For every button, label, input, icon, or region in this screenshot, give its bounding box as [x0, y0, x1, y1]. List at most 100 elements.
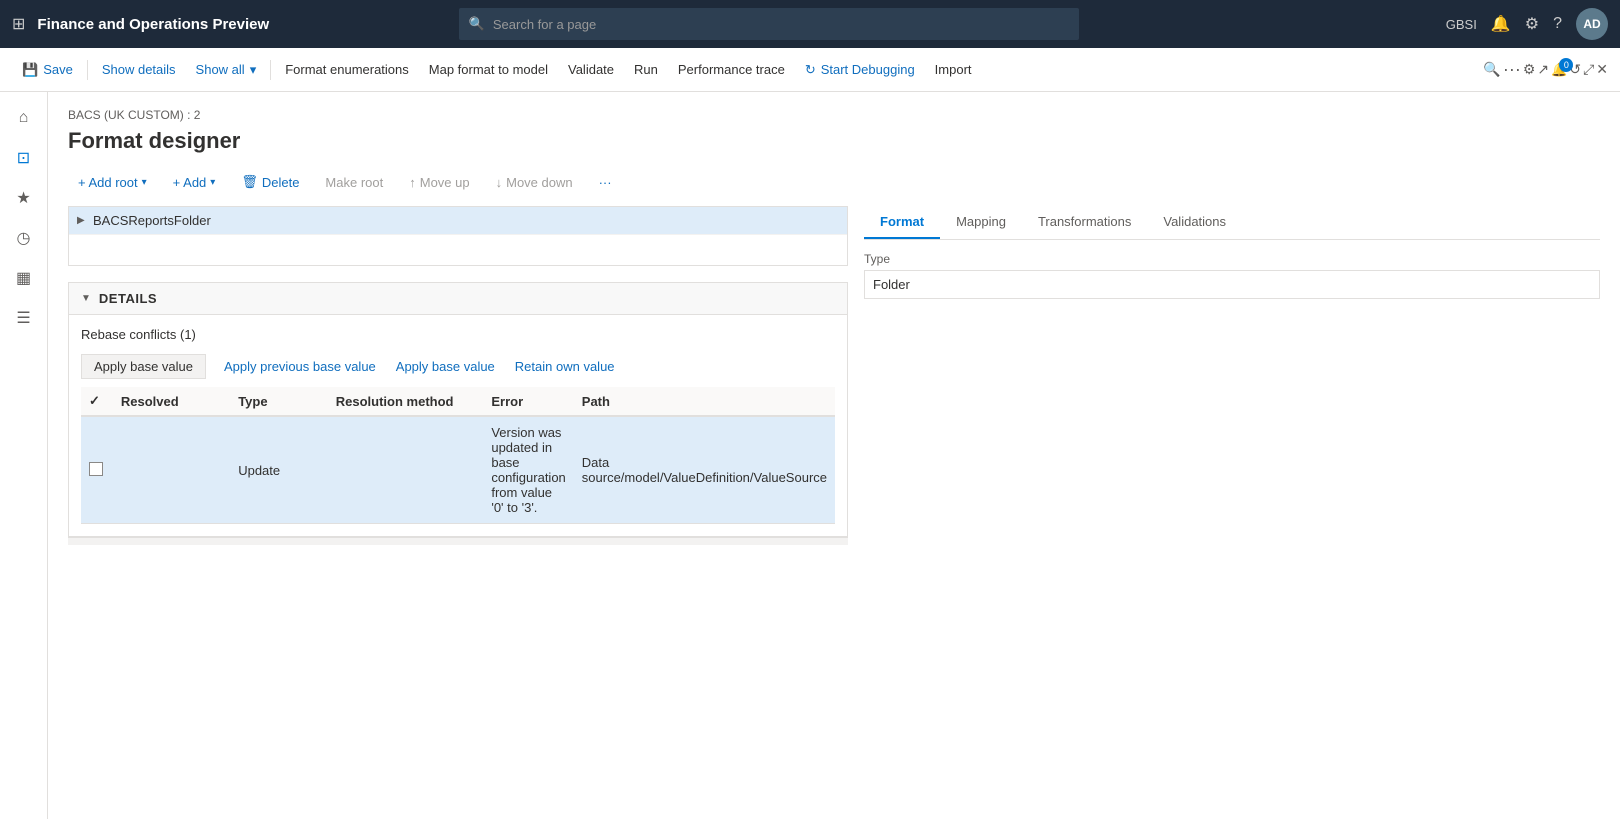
notifications-icon[interactable]: 🔔: [1491, 14, 1511, 34]
conflict-table: ✓ Resolved Type Resolution method Error …: [81, 387, 835, 524]
expand-icon[interactable]: ⤢: [1583, 61, 1594, 78]
more-options-icon[interactable]: ···: [1503, 59, 1521, 80]
move-up-button[interactable]: ↑ Move up: [399, 171, 479, 194]
debug-icon: ↻: [805, 62, 816, 78]
row-error: Version was updated in base configuratio…: [483, 416, 573, 524]
import-button[interactable]: Import: [925, 48, 982, 92]
tree-row-bacs[interactable]: ▶ BACSReportsFolder: [69, 207, 847, 235]
col-header-path[interactable]: Path: [574, 387, 835, 416]
add-chevron-icon: ▾: [210, 177, 215, 188]
sidebar-favorites-icon[interactable]: ★: [6, 180, 42, 216]
show-all-button[interactable]: Show all ▾: [186, 48, 267, 92]
col-header-check: ✓: [81, 387, 113, 416]
tab-transformations[interactable]: Transformations: [1022, 206, 1147, 239]
start-debugging-button[interactable]: ↻ Start Debugging: [795, 48, 925, 92]
format-enumerations-button[interactable]: Format enumerations: [275, 48, 419, 92]
save-button[interactable]: 💾 Save: [12, 48, 83, 92]
sidebar-home-icon[interactable]: ⌂: [6, 100, 42, 136]
row-checkbox[interactable]: [89, 462, 103, 476]
table-row[interactable]: Update Version was updated in base confi…: [81, 416, 835, 524]
move-down-icon: ↓: [496, 175, 503, 190]
details-header[interactable]: ▼ DETAILS: [69, 283, 847, 315]
settings-icon[interactable]: ⚙: [1525, 14, 1539, 34]
run-button[interactable]: Run: [624, 48, 668, 92]
format-tree: ▶ BACSReportsFolder: [68, 206, 848, 266]
sidebar-recent-icon[interactable]: ◷: [6, 220, 42, 256]
right-panel: Format Mapping Transformations Validatio…: [848, 206, 1600, 545]
show-details-button[interactable]: Show details: [92, 48, 186, 92]
horizontal-scrollbar[interactable]: [68, 537, 848, 545]
row-type: Update: [230, 416, 328, 524]
tree-node-label: BACSReportsFolder: [93, 213, 211, 228]
type-section: Type Folder: [864, 252, 1600, 299]
sidebar-workspaces-icon[interactable]: ▦: [6, 260, 42, 296]
row-resolved: [113, 416, 230, 524]
details-body: Rebase conflicts (1) Apply base value Ap…: [69, 315, 847, 536]
top-nav: ⊞ Finance and Operations Preview 🔍 GBSI …: [0, 0, 1620, 48]
left-sidebar: ⌂ ⊡ ★ ◷ ▦ ☰: [0, 92, 48, 819]
search-toolbar-icon[interactable]: 🔍: [1483, 61, 1500, 78]
tab-validations[interactable]: Validations: [1147, 206, 1242, 239]
col-header-resolved[interactable]: Resolved: [113, 387, 230, 416]
settings2-icon[interactable]: ⚙: [1523, 61, 1536, 78]
page-title: Format designer: [68, 128, 1600, 154]
more-actions-button[interactable]: ···: [589, 171, 622, 194]
col-header-type[interactable]: Type: [230, 387, 328, 416]
delete-icon: 🗑: [241, 174, 258, 190]
save-icon: 💾: [22, 62, 38, 78]
move-up-icon: ↑: [409, 175, 416, 190]
grid-icon[interactable]: ⊞: [12, 14, 25, 34]
toolbar-right-actions: 🔍 ··· ⚙ ↗ 🔔 0 ↺ ⤢ ✕: [1483, 59, 1608, 80]
left-panel: ▶ BACSReportsFolder ▼ DETAILS Rebase con…: [68, 206, 848, 545]
search-input[interactable]: [493, 17, 1069, 32]
details-title: DETAILS: [99, 291, 157, 306]
type-value: Folder: [864, 270, 1600, 299]
col-header-resolution[interactable]: Resolution method: [328, 387, 484, 416]
rebase-conflicts-title: Rebase conflicts (1): [81, 327, 835, 342]
action-bar: + Add root ▾ + Add ▾ 🗑 Delete Make root …: [68, 170, 1600, 194]
type-label: Type: [864, 252, 1600, 266]
breadcrumb: BACS (UK CUSTOM) : 2: [68, 108, 1600, 122]
notification-badge[interactable]: 🔔 0: [1551, 62, 1567, 78]
retain-own-value-button[interactable]: Retain own value: [505, 355, 625, 378]
show-all-chevron-icon: ▾: [250, 62, 257, 78]
make-root-button[interactable]: Make root: [315, 171, 393, 194]
add-root-button[interactable]: + Add root ▾: [68, 171, 157, 194]
top-nav-right: GBSI 🔔 ⚙ ? AD: [1446, 8, 1608, 40]
search-bar: 🔍: [459, 8, 1079, 40]
help-icon[interactable]: ?: [1553, 15, 1562, 33]
map-format-to-model-button[interactable]: Map format to model: [419, 48, 558, 92]
apply-base-value-ghost-button[interactable]: Apply base value: [81, 354, 206, 379]
separator-2: [270, 60, 271, 80]
main-toolbar: 💾 Save Show details Show all ▾ Format en…: [0, 48, 1620, 92]
sidebar-filter-icon[interactable]: ⊡: [6, 140, 42, 176]
tab-format[interactable]: Format: [864, 206, 940, 239]
apply-buttons-row: Apply base value Apply previous base val…: [81, 354, 835, 379]
col-header-error[interactable]: Error: [483, 387, 573, 416]
tree-toggle-icon[interactable]: ▶: [77, 215, 93, 226]
tab-bar: Format Mapping Transformations Validatio…: [864, 206, 1600, 240]
move-down-button[interactable]: ↓ Move down: [486, 171, 583, 194]
details-section: ▼ DETAILS Rebase conflicts (1) Apply bas…: [68, 282, 848, 537]
close-icon[interactable]: ✕: [1596, 61, 1608, 78]
delete-button[interactable]: 🗑 Delete: [231, 170, 309, 194]
main-content: BACS (UK CUSTOM) : 2 Format designer + A…: [48, 92, 1620, 819]
check-all-icon[interactable]: ✓: [89, 393, 100, 408]
avatar[interactable]: AD: [1576, 8, 1608, 40]
validate-button[interactable]: Validate: [558, 48, 624, 92]
row-resolution-method: [328, 416, 484, 524]
share-icon[interactable]: ↗: [1537, 61, 1549, 78]
tab-mapping[interactable]: Mapping: [940, 206, 1022, 239]
add-button[interactable]: + Add ▾: [163, 171, 226, 194]
separator-1: [87, 60, 88, 80]
apply-base-value-button[interactable]: Apply base value: [386, 355, 505, 378]
apply-previous-base-value-button[interactable]: Apply previous base value: [214, 355, 386, 378]
add-root-chevron-icon: ▾: [142, 177, 147, 188]
badge-count: 0: [1559, 58, 1573, 72]
app-title: Finance and Operations Preview: [37, 16, 269, 33]
content-area: ▶ BACSReportsFolder ▼ DETAILS Rebase con…: [68, 206, 1600, 545]
performance-trace-button[interactable]: Performance trace: [668, 48, 795, 92]
layout: ⌂ ⊡ ★ ◷ ▦ ☰ BACS (UK CUSTOM) : 2 Format …: [0, 92, 1620, 819]
sidebar-list-icon[interactable]: ☰: [6, 300, 42, 336]
row-check-cell[interactable]: [81, 416, 113, 524]
